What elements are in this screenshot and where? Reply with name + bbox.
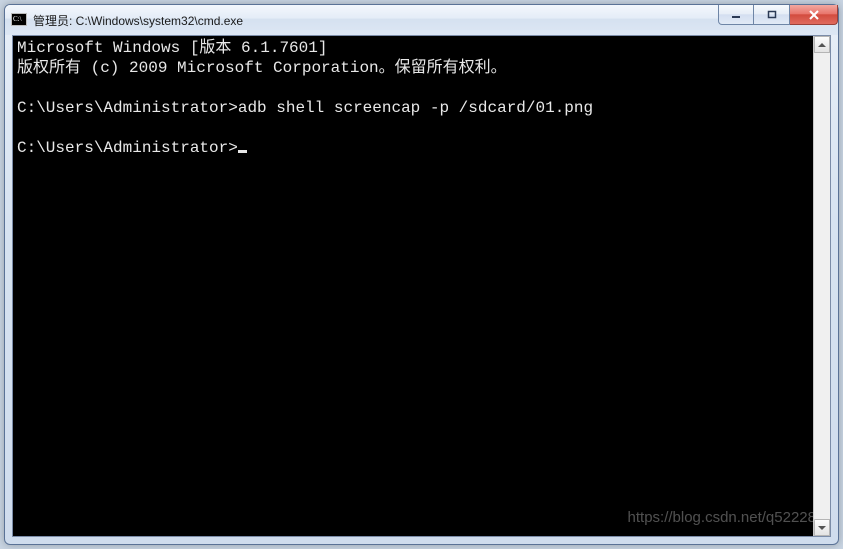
cmd-window: C:\ 管理员: C:\Windows\system32\cmd.exe Mic… bbox=[4, 4, 839, 545]
terminal-output[interactable]: Microsoft Windows [版本 6.1.7601] 版权所有 (c)… bbox=[13, 36, 812, 536]
terminal-prompt: C:\Users\Administrator> bbox=[17, 139, 238, 157]
titlebar[interactable]: C:\ 管理员: C:\Windows\system32\cmd.exe bbox=[5, 5, 838, 35]
terminal-prompt: C:\Users\Administrator> bbox=[17, 99, 238, 117]
terminal-cursor bbox=[238, 150, 247, 153]
scroll-up-button[interactable] bbox=[814, 36, 830, 53]
window-title: 管理员: C:\Windows\system32\cmd.exe bbox=[33, 12, 718, 29]
cmd-icon: C:\ bbox=[11, 12, 27, 28]
terminal-line: 版权所有 (c) 2009 Microsoft Corporation。保留所有… bbox=[17, 59, 507, 77]
chevron-down-icon bbox=[818, 526, 826, 530]
terminal-line: Microsoft Windows [版本 6.1.7601] bbox=[17, 39, 327, 57]
scroll-track[interactable] bbox=[814, 53, 830, 519]
minimize-button[interactable] bbox=[718, 5, 754, 25]
vertical-scrollbar[interactable] bbox=[813, 36, 830, 536]
maximize-button[interactable] bbox=[754, 5, 790, 25]
close-button[interactable] bbox=[790, 5, 838, 25]
scroll-down-button[interactable] bbox=[814, 519, 830, 536]
svg-text:C:\: C:\ bbox=[13, 15, 22, 23]
chevron-up-icon bbox=[818, 43, 826, 47]
window-buttons bbox=[718, 5, 838, 35]
client-area: Microsoft Windows [版本 6.1.7601] 版权所有 (c)… bbox=[12, 35, 831, 537]
terminal-command: adb shell screencap -p /sdcard/01.png bbox=[238, 99, 593, 117]
